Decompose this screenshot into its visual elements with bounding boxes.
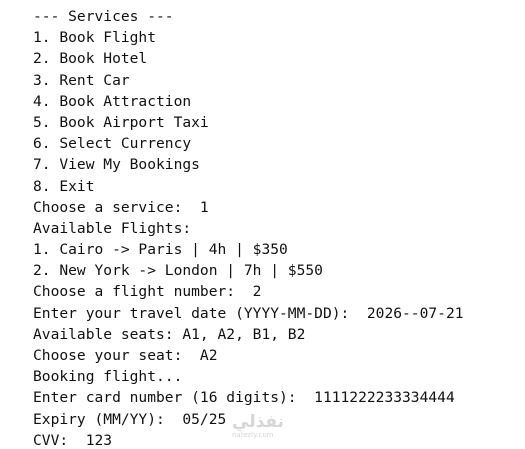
menu-option-book-flight: 1. Book Flight xyxy=(33,29,157,47)
menu-option-rent-car: 3. Rent Car xyxy=(33,71,130,89)
flight-choice-line: Choose a flight number: 2 xyxy=(33,283,262,301)
cvv-line: CVV: 123 xyxy=(33,431,113,449)
menu-option-book-airport-taxi: 5. Book Airport Taxi xyxy=(33,113,209,131)
flight-option-cairo-paris: 1. Cairo -> Paris | 4h | $350 xyxy=(33,241,288,259)
flight-option-newyork-london: 2. New York -> London | 7h | $550 xyxy=(33,262,323,280)
console-output: --- Services --- 1. Book Flight 2. Book … xyxy=(0,0,525,449)
available-seats-line: Available seats: A1, A2, B1, B2 xyxy=(33,325,306,343)
watermark-site-text: nafezly.com xyxy=(232,431,274,439)
watermark-logo: نفذلي nafezly.com xyxy=(232,412,285,439)
travel-date-line: Enter your travel date (YYYY-MM-DD): 202… xyxy=(33,304,464,322)
booking-status-line: Booking flight... xyxy=(33,368,183,386)
menu-option-select-currency: 6. Select Currency xyxy=(33,135,192,153)
service-choice-line: Choose a service: 1 xyxy=(33,198,209,216)
seat-choice-line: Choose your seat: A2 xyxy=(33,347,218,364)
services-header: --- Services --- xyxy=(33,8,174,25)
menu-option-view-bookings: 7. View My Bookings xyxy=(33,156,200,174)
card-number-line: Enter card number (16 digits): 111122223… xyxy=(33,389,455,407)
available-flights-header: Available Flights: xyxy=(33,219,192,237)
watermark-arabic-text: نفذلي xyxy=(232,412,285,432)
menu-option-book-attraction: 4. Book Attraction xyxy=(33,92,192,110)
menu-option-book-hotel: 2. Book Hotel xyxy=(33,50,148,68)
menu-option-exit: 8. Exit xyxy=(33,177,95,195)
